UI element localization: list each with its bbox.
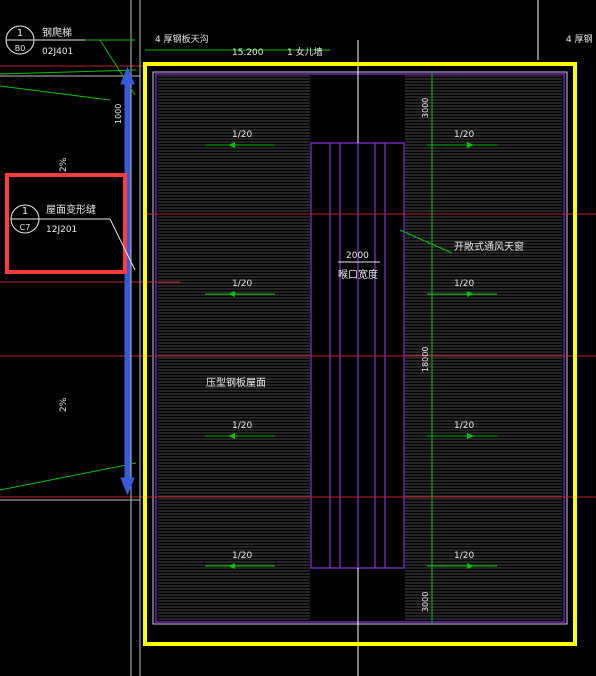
- slope-label: 1/20: [232, 279, 252, 289]
- gutter-left-label: 4 厚钢板天沟: [155, 33, 209, 45]
- roof-plan-drawing: 1/20 1/20 1/20 1/20 1/20 1/20 1/20 1/20 1 B0 钢爬…: [0, 0, 596, 676]
- roof-area: [152, 71, 568, 625]
- dim-bottom: 3000: [421, 592, 430, 612]
- slope-label: 1/20: [232, 551, 252, 561]
- slope-label: 1/20: [232, 130, 252, 140]
- roof-material-label: 压型钢板屋面: [206, 376, 266, 389]
- joint-ref: 12J201: [46, 225, 77, 235]
- downspout-num-top: 1: [17, 28, 23, 39]
- skylight-label: 开敞式通风天窗: [454, 240, 524, 253]
- slope-label: 1/20: [454, 130, 474, 140]
- slope-label: 1/20: [454, 551, 474, 561]
- slope-left-lower: 2%: [59, 397, 69, 412]
- joint-label: 屋面变形缝: [46, 203, 96, 216]
- joint-num-bottom: C7: [20, 223, 31, 232]
- parapet-label: 1 女儿墙: [287, 46, 323, 58]
- opening-label: 喉口宽度: [338, 268, 378, 281]
- dim-mid: 18000: [421, 347, 430, 372]
- slope-left-upper: 2%: [59, 157, 69, 172]
- downspout-num-bottom: B0: [15, 44, 26, 53]
- opening-dim: 2000: [346, 251, 369, 261]
- gutter-right-label: 4 厚钢: [566, 33, 593, 45]
- slope-label: 1/20: [454, 421, 474, 431]
- downspout-label: 钢爬梯: [42, 26, 72, 39]
- slope-label: 1/20: [454, 279, 474, 289]
- joint-num-top: 1: [22, 206, 28, 217]
- elevation-label: 15.200: [232, 48, 264, 58]
- slope-label: 1/20: [232, 421, 252, 431]
- downspout-ref: 02J401: [42, 47, 73, 57]
- dim-top: 3000: [421, 98, 430, 118]
- dim-1000: 1000: [114, 104, 123, 124]
